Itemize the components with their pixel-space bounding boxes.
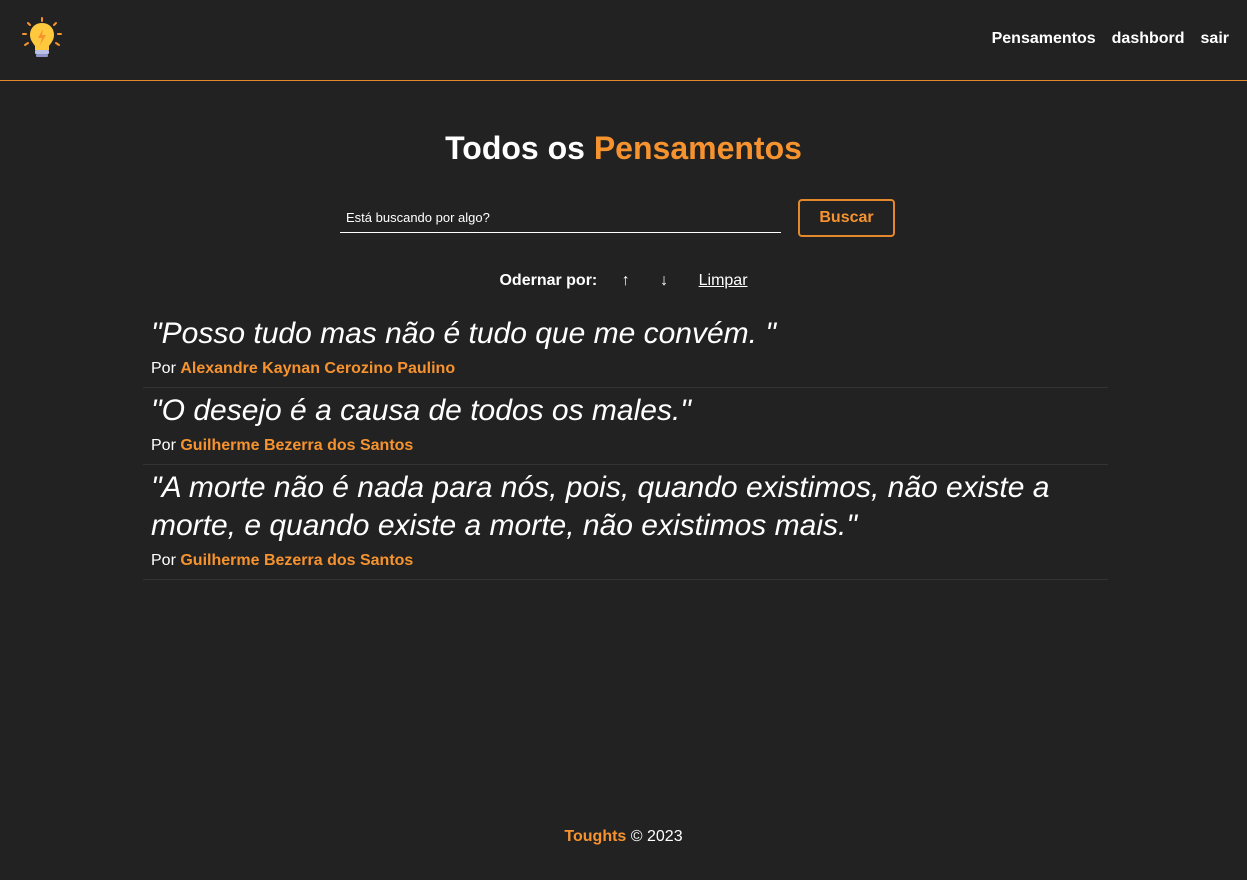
page-title-prefix: Todos os	[445, 130, 585, 166]
thought-author-prefix: Por	[151, 437, 176, 454]
thought-author-name: Alexandre Kaynan Cerozino Paulino	[180, 360, 456, 377]
footer-copyright: © 2023	[630, 828, 683, 845]
thought-list: "Posso tudo mas não é tudo que me convém…	[143, 311, 1108, 580]
thought-author-name: Guilherme Bezerra dos Santos	[180, 552, 414, 569]
thought-author-prefix: Por	[151, 360, 176, 377]
search-form: Buscar	[340, 199, 896, 237]
footer: Toughts © 2023	[0, 827, 1247, 847]
clear-order-link[interactable]: Limpar	[699, 272, 748, 289]
thought-author: Por Guilherme Bezerra dos Santos	[151, 436, 1100, 456]
page-title-accent: Pensamentos	[593, 130, 802, 166]
navbar: Pensamentos dashbord sair	[0, 0, 1247, 81]
thought-item: "A morte não é nada para nós, pois, quan…	[143, 465, 1108, 580]
thought-item: "O desejo é a causa de todos os males." …	[143, 388, 1108, 465]
thought-text: "A morte não é nada para nós, pois, quan…	[151, 471, 1050, 542]
nav-links: Pensamentos dashbord sair	[992, 30, 1229, 48]
sort-ascending-icon[interactable]: ↑	[618, 271, 634, 291]
sort-descending-icon[interactable]: ↓	[656, 271, 672, 291]
search-input[interactable]	[340, 202, 781, 233]
thought-author: Por Guilherme Bezerra dos Santos	[151, 551, 1100, 571]
thought-text: "O desejo é a causa de todos os males."	[151, 394, 691, 427]
thought-text: "Posso tudo mas não é tudo que me convém…	[151, 317, 776, 350]
order-controls: Odernar por: ↑ ↓ Limpar	[0, 271, 1247, 291]
footer-brand: Toughts	[564, 828, 627, 845]
thought-author-name: Guilherme Bezerra dos Santos	[180, 437, 414, 454]
order-label: Odernar por:	[499, 272, 598, 289]
thought-item: "Posso tudo mas não é tudo que me convém…	[143, 311, 1108, 388]
nav-link-dashboard[interactable]: dashbord	[1112, 30, 1185, 48]
search-button[interactable]: Buscar	[798, 199, 895, 237]
page-title: Todos os Pensamentos	[0, 128, 1247, 168]
nav-link-logout[interactable]: sair	[1201, 30, 1229, 48]
thought-author-prefix: Por	[151, 552, 176, 569]
thought-author: Por Alexandre Kaynan Cerozino Paulino	[151, 359, 1100, 379]
nav-link-pensamentos[interactable]: Pensamentos	[992, 30, 1096, 48]
lightbulb-icon[interactable]	[20, 16, 64, 60]
